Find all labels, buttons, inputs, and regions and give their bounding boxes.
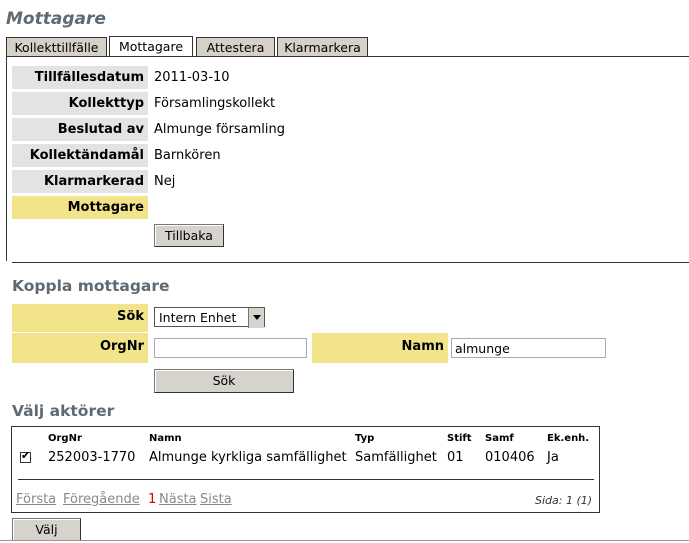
cell-orgnr: 252003-1770 [48, 450, 136, 465]
chevron-down-icon[interactable] [248, 308, 264, 328]
detail-label-kollektandamal: Kollektändamål [12, 144, 148, 167]
detail-label-kollekttyp: Kollekttyp [12, 92, 148, 115]
namn-input[interactable] [451, 338, 606, 358]
search-button[interactable]: Sök [154, 369, 294, 393]
detail-value-klarmarkerad: Nej [154, 174, 176, 189]
detail-label-tillfallesdatum: Tillfällesdatum [12, 66, 148, 89]
koppla-title: Koppla mottagare [12, 277, 170, 295]
page-info: Sida: 1 (1) [535, 494, 593, 507]
pager-prev[interactable]: Föregående [63, 492, 140, 507]
detail-label-klarmarkerad: Klarmarkerad [12, 170, 148, 193]
sok-select[interactable]: Intern Enhet [154, 307, 265, 328]
page-title: Mottagare [6, 9, 106, 29]
cell-ekenh: Ja [547, 450, 559, 465]
detail-value-tillfallesdatum: 2011-03-10 [154, 70, 230, 85]
column-header-stift: Stift [447, 433, 472, 444]
orgnr-label: OrgNr [12, 333, 148, 363]
namn-label: Namn [312, 333, 448, 363]
detail-value-kollekttyp: Församlingskollekt [154, 96, 276, 111]
detail-value-beslutad-av: Almunge församling [154, 122, 286, 137]
pager-next[interactable]: Nästa [159, 492, 197, 507]
pager-first[interactable]: Första [16, 492, 56, 507]
column-header-typ: Typ [355, 433, 375, 444]
column-header-namn: Namn [149, 433, 182, 444]
pager-current: 1 [148, 492, 157, 507]
tab-kollekttillfalle[interactable]: Kollekttillfälle [6, 37, 107, 56]
orgnr-input[interactable] [154, 338, 307, 358]
pager-last[interactable]: Sista [200, 492, 232, 507]
back-button[interactable]: Tillbaka [154, 224, 224, 247]
detail-label-beslutad-av: Beslutad av [12, 118, 148, 141]
grid-separator [18, 479, 594, 480]
tab-underline [6, 56, 689, 57]
aktorer-title: Välj aktörer [12, 402, 115, 420]
tab-mottagare[interactable]: Mottagare [109, 36, 193, 57]
cell-namn: Almunge kyrkliga samfällighet [149, 450, 347, 465]
detail-value-kollektandamal: Barnkören [154, 148, 221, 163]
sok-select-value: Intern Enhet [159, 310, 237, 325]
column-header-ekenh: Ek.enh. [547, 433, 590, 444]
detail-label-mottagare: Mottagare [12, 196, 148, 219]
tab-panel-border [6, 56, 7, 261]
bottom-border [0, 540, 689, 541]
sok-label: Sök [12, 304, 148, 332]
select-button[interactable]: Välj [12, 518, 81, 541]
cell-samf: 010406 [485, 450, 535, 465]
cell-typ: Samfällighet [355, 450, 437, 465]
column-header-orgnr: OrgNr [48, 433, 82, 444]
row-checkbox[interactable] [20, 449, 31, 463]
section-divider [12, 262, 689, 263]
column-header-samf: Samf [485, 433, 514, 444]
tab-attestera[interactable]: Attestera [196, 37, 275, 56]
tab-klarmarkera[interactable]: Klarmarkera [277, 37, 368, 56]
cell-stift: 01 [447, 450, 464, 465]
